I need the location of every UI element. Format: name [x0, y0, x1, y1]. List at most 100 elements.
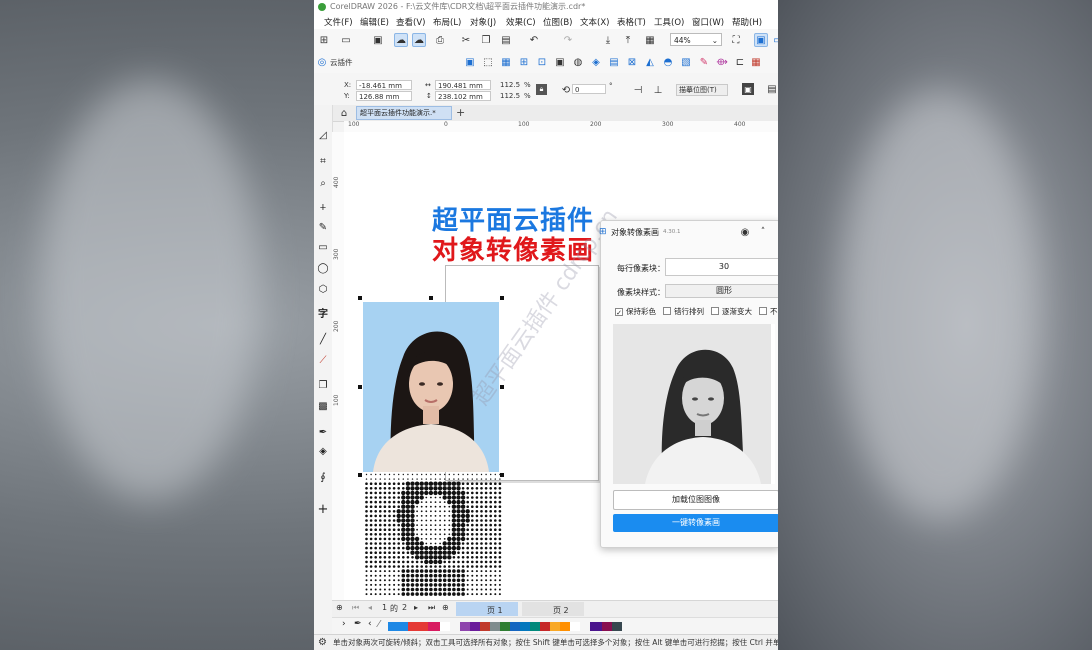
color-swatch[interactable] — [440, 622, 450, 631]
first-page-icon[interactable]: ⏮ — [352, 603, 359, 613]
cloud-download-icon[interactable]: ☁ — [412, 33, 426, 47]
y-position-field[interactable]: 126.88 mm — [356, 91, 412, 101]
line-tool-icon[interactable]: ╱ — [317, 333, 329, 345]
text-tool-icon[interactable]: 字 — [317, 306, 329, 320]
lock-ratio-icon[interactable]: 🔒︎ — [536, 84, 547, 95]
zoom-tool-icon[interactable]: ⌕ — [317, 177, 329, 189]
redo-icon[interactable]: ↷ — [562, 34, 574, 46]
polygon-tool-icon[interactable]: ⬡ — [317, 283, 329, 295]
keep-color-checkbox[interactable]: ✓ 保持彩色 — [615, 306, 656, 317]
color-swatch[interactable] — [408, 622, 428, 631]
smart-fill-icon[interactable]: ∮ — [317, 471, 329, 483]
save-icon[interactable]: ▣ — [372, 34, 384, 46]
color-swatch[interactable] — [540, 622, 550, 631]
menu-file[interactable]: 文件(F) — [324, 16, 353, 28]
last-page-icon[interactable]: ⏭ — [428, 603, 435, 613]
current-page-number[interactable]: 1 — [382, 603, 387, 612]
rectangle-tool-icon[interactable]: ▭ — [317, 241, 329, 253]
crop-tool-icon[interactable]: ⌗ — [317, 155, 329, 167]
fill-tool-icon[interactable]: ◈ — [317, 445, 329, 457]
ellipse-tool-icon[interactable]: ◯ — [317, 262, 329, 274]
selection-handle[interactable] — [429, 296, 433, 300]
shadow-tool-icon[interactable]: ❐ — [317, 379, 329, 391]
menu-edit[interactable]: 编辑(E) — [360, 16, 389, 28]
plugin-tool-3-icon[interactable]: ▦ — [500, 56, 512, 68]
plugin-tool-14-icon[interactable]: ✎ — [698, 56, 710, 68]
selection-handle[interactable] — [358, 473, 362, 477]
menu-tools[interactable]: 工具(O) — [654, 16, 684, 28]
color-swatch[interactable] — [500, 622, 510, 631]
menu-table[interactable]: 表格(T) — [617, 16, 646, 28]
plugin-tool-6-icon[interactable]: ▣ — [554, 56, 566, 68]
extra-option-checkbox[interactable]: 不 — [759, 306, 778, 317]
plugin-tool-7-icon[interactable]: ◍ — [572, 56, 584, 68]
home-icon[interactable]: ⌂ — [338, 107, 350, 119]
color-swatch[interactable] — [428, 622, 440, 631]
gradual-grow-checkbox[interactable]: 逐渐变大 — [711, 306, 752, 317]
color-swatch[interactable] — [590, 622, 602, 631]
color-swatch[interactable] — [470, 622, 480, 631]
mirror-horizontal-icon[interactable]: ⊣ — [632, 84, 644, 96]
plugin-tool-15-icon[interactable]: ⟴ — [716, 56, 728, 68]
pixel-art-result[interactable] — [364, 472, 504, 600]
export-icon[interactable]: ⤒ — [622, 34, 634, 46]
plugin-tool-5-icon[interactable]: ⊡ — [536, 56, 548, 68]
selection-handle[interactable] — [500, 296, 504, 300]
plugin-tool-4-icon[interactable]: ⊞ — [518, 56, 530, 68]
plugin-tool-1-icon[interactable]: ▣ — [464, 56, 476, 68]
blocks-per-row-input[interactable]: 30 — [665, 258, 778, 276]
artistic-media-icon[interactable]: ✎ — [317, 221, 329, 233]
convert-to-pixel-art-button[interactable]: 一键转像素画 — [613, 514, 778, 532]
new-document-icon[interactable]: ⊞ — [318, 34, 330, 46]
eyedropper-icon[interactable]: ✒ — [354, 619, 362, 629]
scale-y-field[interactable]: 112.5 — [498, 91, 520, 101]
selection-handle[interactable] — [358, 385, 362, 389]
color-swatch[interactable] — [520, 622, 530, 631]
selection-handle[interactable] — [358, 296, 362, 300]
import-icon[interactable]: ⤓ — [602, 34, 614, 46]
color-swatch[interactable] — [530, 622, 540, 631]
plugin-tool-10-icon[interactable]: ⊠ — [626, 56, 638, 68]
add-tool-icon[interactable]: + — [317, 502, 329, 517]
width-field[interactable]: 190.481 mm — [435, 80, 491, 90]
app-launcher-icon[interactable]: ▭ — [772, 34, 778, 46]
menu-object[interactable]: 对象(J) — [470, 16, 496, 28]
plugin-tool-16-icon[interactable]: ⊏ — [734, 56, 746, 68]
collapse-chevron-icon[interactable]: ˄ — [757, 226, 769, 238]
menu-window[interactable]: 窗口(W) — [692, 16, 724, 28]
color-swatch[interactable] — [510, 622, 520, 631]
trace-bitmap-button[interactable]: 描摹位图(T) — [676, 84, 728, 96]
mirror-vertical-icon[interactable]: ⊥ — [652, 84, 664, 96]
plugin-tool-11-icon[interactable]: ◭ — [644, 56, 656, 68]
paste-icon[interactable]: ▤ — [500, 34, 512, 46]
next-page-icon[interactable]: ▸ — [414, 603, 418, 612]
tab-document[interactable]: 超平面云插件功能演示.* — [356, 106, 452, 120]
color-swatch[interactable] — [612, 622, 622, 631]
color-swatch[interactable] — [460, 622, 470, 631]
gear-icon[interactable]: ⚙ — [318, 635, 327, 650]
block-style-select[interactable]: 圆形 — [665, 284, 778, 298]
bitmap-edit-icon[interactable]: ▣ — [742, 83, 754, 95]
color-swatch[interactable] — [480, 622, 490, 631]
freehand-tool-icon[interactable]: ⵜ — [317, 201, 329, 213]
color-swatch[interactable] — [570, 622, 580, 631]
no-color-swatch[interactable]: ⁄ — [378, 619, 380, 630]
full-screen-icon[interactable]: ⛶ — [730, 34, 742, 46]
menu-text[interactable]: 文本(X) — [580, 16, 609, 28]
plugin-tool-8-icon[interactable]: ◈ — [590, 56, 602, 68]
x-position-field[interactable]: -18.461 mm — [356, 80, 412, 90]
welcome-screen-icon[interactable]: ▣ — [754, 33, 768, 47]
scale-x-field[interactable]: 112.5 — [498, 80, 520, 90]
color-swatch[interactable] — [550, 622, 560, 631]
menu-help[interactable]: 帮助(H) — [732, 16, 762, 28]
palette-scroll-left-icon[interactable]: ‹ — [368, 619, 372, 629]
connector-tool-icon[interactable]: ⟋ — [317, 354, 329, 366]
color-swatch[interactable] — [490, 622, 500, 631]
zoom-level-select[interactable]: 44% ⌄ — [670, 33, 722, 46]
plugin-tool-12-icon[interactable]: ◓ — [662, 56, 674, 68]
copy-icon[interactable]: ❐ — [480, 34, 492, 46]
color-swatch[interactable] — [388, 622, 408, 631]
menu-layout[interactable]: 布局(L) — [433, 16, 461, 28]
undo-icon[interactable]: ↶ — [528, 34, 540, 46]
prev-page-icon[interactable]: ◂ — [368, 603, 372, 612]
